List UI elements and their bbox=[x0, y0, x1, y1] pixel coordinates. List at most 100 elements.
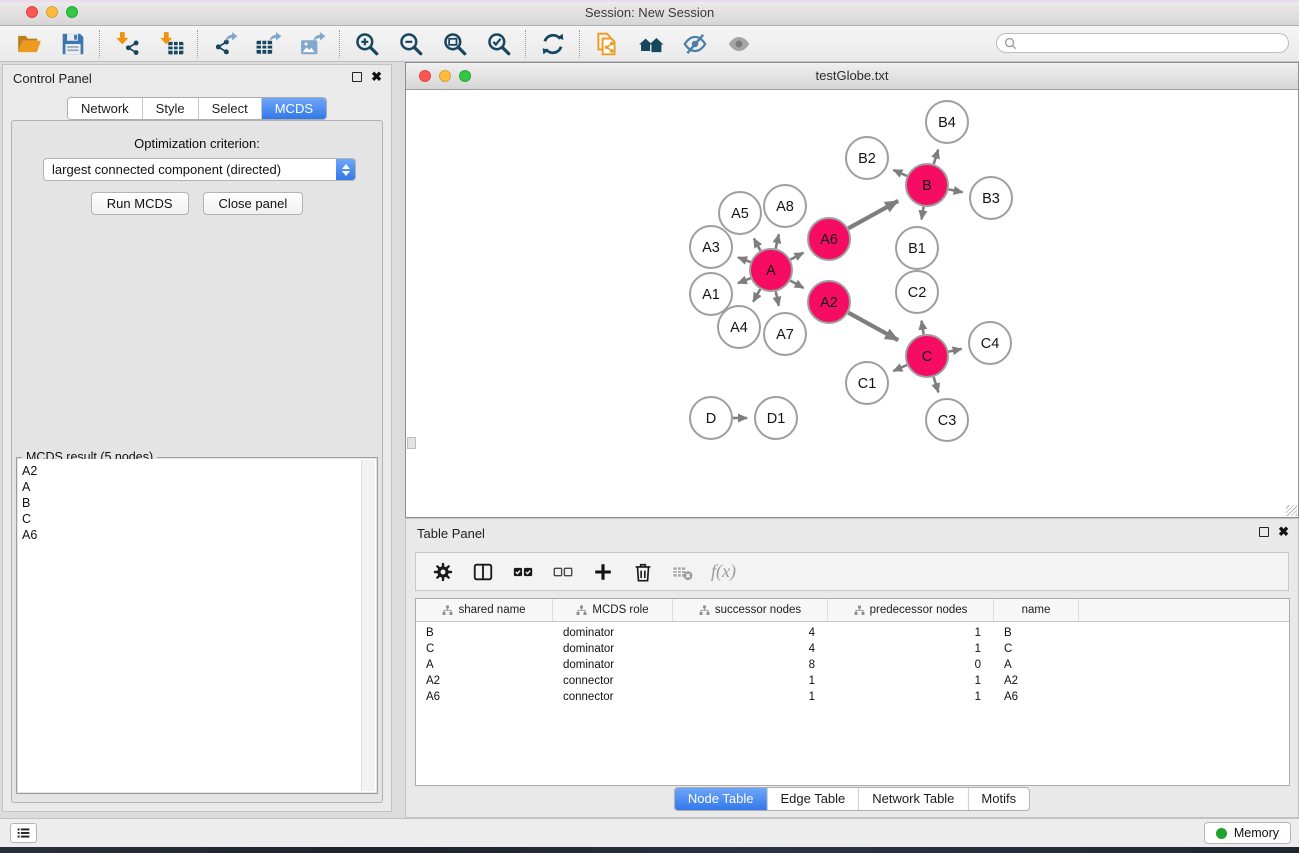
graph-node-C3[interactable]: C3 bbox=[926, 399, 968, 441]
tab-motifs[interactable]: Motifs bbox=[968, 788, 1029, 810]
graph-edge-A6-B[interactable] bbox=[848, 201, 898, 229]
close-window-traffic-light[interactable] bbox=[26, 6, 38, 18]
search-box[interactable] bbox=[996, 33, 1289, 53]
graph-node-D1[interactable]: D1 bbox=[755, 397, 797, 439]
canvas-side-gripper[interactable] bbox=[407, 437, 416, 449]
graph-edge-B-B4[interactable] bbox=[934, 150, 939, 164]
tab-mcds[interactable]: MCDS bbox=[262, 98, 326, 119]
zoom-fit-icon[interactable] bbox=[438, 28, 472, 60]
graph-node-B[interactable]: B bbox=[906, 164, 948, 206]
table-gear-icon[interactable] bbox=[431, 560, 454, 583]
refresh-view-icon[interactable] bbox=[536, 28, 570, 60]
zoom-selected-icon[interactable] bbox=[482, 28, 516, 60]
float-table-panel-icon[interactable] bbox=[1259, 527, 1269, 537]
zoom-window-traffic-light[interactable] bbox=[66, 6, 78, 18]
column-header-mcds-role[interactable]: MCDS role bbox=[553, 599, 673, 621]
result-list-item[interactable]: A2 bbox=[18, 463, 376, 479]
export-image-icon[interactable] bbox=[296, 28, 330, 60]
graph-edge-A-A8[interactable] bbox=[776, 234, 779, 248]
save-session-icon[interactable] bbox=[56, 28, 90, 60]
graph-node-C[interactable]: C bbox=[906, 335, 948, 377]
tab-edge-table[interactable]: Edge Table bbox=[767, 788, 859, 810]
network-close-traffic-light[interactable] bbox=[419, 70, 431, 82]
tab-select[interactable]: Select bbox=[199, 98, 262, 119]
graph-node-A8[interactable]: A8 bbox=[764, 185, 806, 227]
tab-network[interactable]: Network bbox=[68, 98, 143, 119]
column-header-name[interactable]: name bbox=[994, 599, 1079, 621]
network-window-titlebar[interactable]: testGlobe.txt bbox=[406, 63, 1298, 90]
import-network-icon[interactable] bbox=[110, 28, 144, 60]
table-row-A6[interactable]: A6connector11A6 bbox=[416, 689, 1289, 705]
table-row-A2[interactable]: A2connector11A2 bbox=[416, 673, 1289, 689]
tab-node-table[interactable]: Node Table bbox=[675, 788, 768, 810]
network-zoom-traffic-light[interactable] bbox=[459, 70, 471, 82]
graph-node-A3[interactable]: A3 bbox=[690, 226, 732, 268]
graph-node-C4[interactable]: C4 bbox=[969, 322, 1011, 364]
criterion-dropdown[interactable]: largest connected component (directed) bbox=[43, 158, 356, 181]
result-list-item[interactable]: C bbox=[18, 511, 376, 527]
select-all-checks-icon[interactable] bbox=[511, 560, 534, 583]
graph-node-A4[interactable]: A4 bbox=[718, 306, 760, 348]
graph-node-A5[interactable]: A5 bbox=[719, 192, 761, 234]
canvas-resize-grip-icon[interactable] bbox=[1286, 505, 1297, 516]
run-mcds-button[interactable]: Run MCDS bbox=[91, 192, 189, 215]
graph-edge-A-A6[interactable] bbox=[790, 253, 803, 260]
first-neighbors-houses-icon[interactable] bbox=[634, 28, 668, 60]
graph-edge-B-B3[interactable] bbox=[949, 189, 963, 192]
graph-edge-A-A7[interactable] bbox=[776, 292, 779, 306]
float-panel-icon[interactable] bbox=[352, 72, 362, 82]
graph-node-A1[interactable]: A1 bbox=[690, 273, 732, 315]
graph-edge-A-A5[interactable] bbox=[754, 239, 761, 251]
network-canvas[interactable]: B4B2BB3A8A5A6A3B1AC2A1A2A4A7C4CC1C3DD1 bbox=[406, 90, 1298, 517]
graph-node-B4[interactable]: B4 bbox=[926, 101, 968, 143]
network-minimize-traffic-light[interactable] bbox=[439, 70, 451, 82]
graph-node-B3[interactable]: B3 bbox=[970, 177, 1012, 219]
table-row-C[interactable]: Cdominator41C bbox=[416, 641, 1289, 657]
graph-node-A[interactable]: A bbox=[750, 249, 792, 291]
column-header-predecessor-nodes[interactable]: predecessor nodes bbox=[828, 599, 994, 621]
open-session-folder-icon[interactable] bbox=[12, 28, 46, 60]
task-history-button[interactable] bbox=[10, 823, 37, 843]
column-header-successor-nodes[interactable]: successor nodes bbox=[673, 599, 828, 621]
graph-node-D[interactable]: D bbox=[690, 397, 732, 439]
graph-edge-C-C1[interactable] bbox=[893, 365, 907, 371]
deselect-all-checks-icon[interactable] bbox=[551, 560, 574, 583]
graph-node-A6[interactable]: A6 bbox=[808, 218, 850, 260]
table-row-B[interactable]: Bdominator41B bbox=[416, 625, 1289, 641]
table-row-A[interactable]: Adominator80A bbox=[416, 657, 1289, 673]
memory-button[interactable]: Memory bbox=[1204, 822, 1291, 844]
graph-node-C1[interactable]: C1 bbox=[846, 362, 888, 404]
export-table-icon[interactable] bbox=[252, 28, 286, 60]
graph-node-A2[interactable]: A2 bbox=[808, 281, 850, 323]
tab-network-table[interactable]: Network Table bbox=[859, 788, 968, 810]
graph-node-C2[interactable]: C2 bbox=[896, 271, 938, 313]
close-panel-icon[interactable]: ✖ bbox=[371, 71, 382, 83]
export-network-icon[interactable] bbox=[208, 28, 242, 60]
graph-node-B2[interactable]: B2 bbox=[846, 137, 888, 179]
delete-column-trash-icon[interactable] bbox=[631, 560, 654, 583]
clone-network-icon[interactable] bbox=[590, 28, 624, 60]
close-table-panel-icon[interactable]: ✖ bbox=[1278, 526, 1289, 538]
graph-edge-C-C2[interactable] bbox=[922, 321, 924, 335]
zoom-in-icon[interactable] bbox=[350, 28, 384, 60]
import-table-icon[interactable] bbox=[154, 28, 188, 60]
column-header-shared-name[interactable]: shared name bbox=[416, 599, 553, 621]
close-panel-button[interactable]: Close panel bbox=[203, 192, 304, 215]
show-all-eye-icon[interactable] bbox=[722, 28, 756, 60]
result-list-item[interactable]: A6 bbox=[18, 527, 376, 543]
delete-table-icon[interactable] bbox=[671, 560, 694, 583]
mcds-result-list[interactable]: A2ABCA6 bbox=[18, 459, 376, 792]
split-columns-icon[interactable] bbox=[471, 560, 494, 583]
result-list-scrollbar[interactable] bbox=[361, 460, 375, 791]
tab-style[interactable]: Style bbox=[143, 98, 199, 119]
add-column-icon[interactable] bbox=[591, 560, 614, 583]
result-list-item[interactable]: B bbox=[18, 495, 376, 511]
minimize-window-traffic-light[interactable] bbox=[46, 6, 58, 18]
graph-edge-A-A3[interactable] bbox=[738, 257, 750, 262]
search-input[interactable] bbox=[1017, 36, 1288, 50]
graph-edge-C-C4[interactable] bbox=[949, 349, 962, 352]
graph-edge-A-A1[interactable] bbox=[738, 278, 751, 283]
graph-edge-B-B1[interactable] bbox=[922, 207, 924, 220]
zoom-out-icon[interactable] bbox=[394, 28, 428, 60]
graph-edge-B-B2[interactable] bbox=[893, 170, 907, 176]
